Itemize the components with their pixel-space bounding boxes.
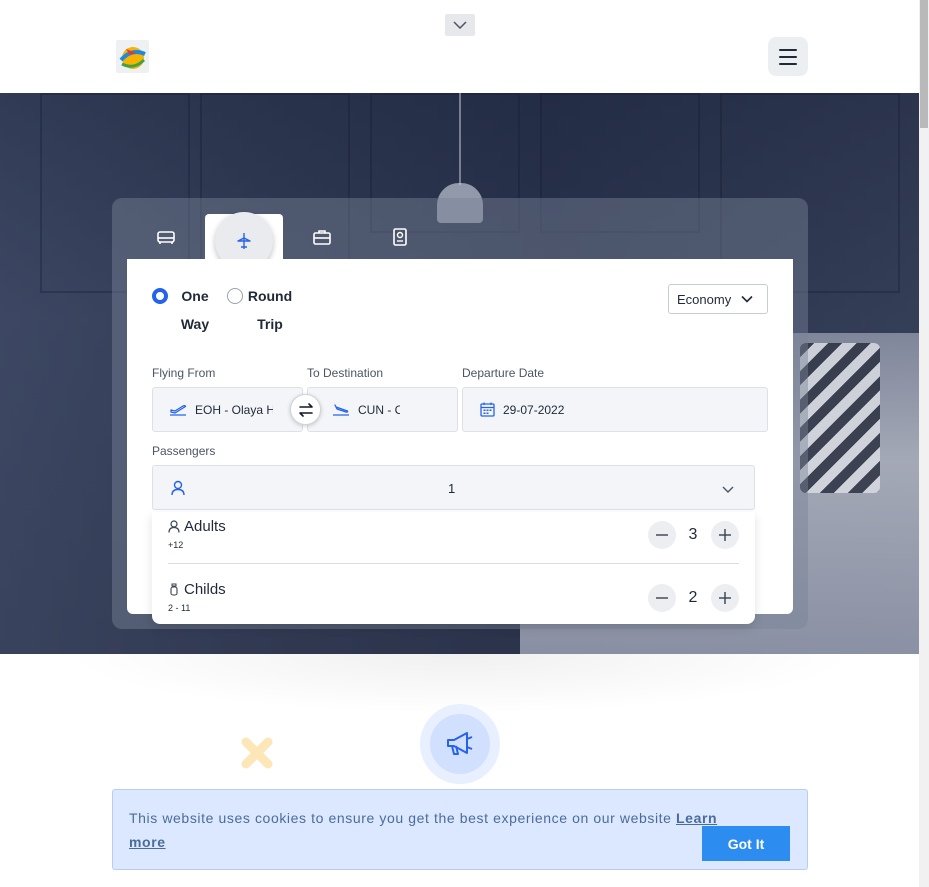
adult-icon	[168, 520, 180, 533]
flying-from-field[interactable]: EOH - Olaya H	[152, 387, 303, 432]
childs-age-range: 2 - 11	[168, 603, 191, 613]
plane-takeoff-icon	[170, 404, 187, 416]
radio-round-trip[interactable]: Round Trip	[227, 288, 293, 338]
cookie-banner: This website uses cookies to ensure you …	[112, 789, 808, 870]
childs-row-title: Childs	[168, 581, 226, 598]
childs-decrement-button[interactable]	[648, 584, 676, 612]
departure-date-field[interactable]: 29-07-2022	[462, 387, 768, 432]
cabin-class-value: Economy	[677, 291, 732, 307]
to-destination-label: To Destination	[307, 366, 384, 380]
travel-logo-icon	[119, 47, 146, 69]
minus-icon	[656, 534, 668, 536]
one-way-label-2: Way	[180, 316, 210, 332]
passengers-total: 1	[448, 481, 456, 496]
childs-label: Childs	[184, 581, 226, 598]
plus-icon	[719, 529, 731, 541]
adults-label: Adults	[184, 518, 226, 535]
one-way-label-1: One	[181, 288, 209, 304]
swap-arrows-icon	[298, 402, 313, 417]
pillow-image	[800, 343, 880, 493]
tab-tours[interactable]	[283, 214, 361, 260]
calendar-icon	[480, 402, 495, 417]
adults-age-range: +12	[168, 540, 184, 550]
bed-icon	[157, 231, 175, 244]
to-destination-field[interactable]: CUN - C	[307, 387, 458, 432]
briefcase-icon	[313, 230, 331, 245]
tab-flights[interactable]	[205, 212, 283, 270]
adults-count: 3	[688, 526, 698, 543]
got-it-button[interactable]: Got It	[702, 826, 790, 861]
tab-visa[interactable]	[361, 214, 439, 260]
decorative-cross-icon	[240, 736, 274, 770]
plane-landing-icon	[333, 403, 349, 416]
menu-button[interactable]	[768, 37, 808, 76]
swap-destinations-button[interactable]	[290, 394, 321, 425]
user-icon	[171, 480, 185, 496]
megaphone-icon	[447, 732, 473, 755]
chevron-down-icon	[453, 21, 467, 29]
tab-hotels[interactable]	[127, 214, 205, 260]
radio-unchecked-icon	[227, 288, 243, 304]
departure-date-value: 29-07-2022	[503, 402, 565, 417]
hamburger-menu-icon	[779, 48, 797, 51]
divider	[168, 563, 739, 564]
childs-increment-button[interactable]	[711, 584, 739, 612]
child-icon	[170, 583, 178, 596]
radio-one-way[interactable]: One Way	[152, 288, 218, 338]
top-bar	[0, 0, 919, 93]
cookie-message: This website uses cookies to ensure you …	[129, 810, 672, 826]
collapse-toggle[interactable]	[445, 14, 475, 36]
childs-count: 2	[688, 589, 698, 606]
plus-icon	[719, 592, 731, 604]
adults-decrement-button[interactable]	[648, 521, 676, 549]
round-trip-label-1: Round	[247, 288, 293, 304]
passport-icon	[393, 228, 407, 246]
cabin-class-select[interactable]: Economy	[668, 284, 768, 314]
adults-increment-button[interactable]	[711, 521, 739, 549]
departure-date-label: Departure Date	[462, 366, 545, 380]
radio-checked-icon	[152, 288, 168, 304]
page-scrollbar[interactable]	[919, 0, 929, 887]
to-destination-value: CUN - C	[358, 402, 400, 417]
chevron-down-icon	[741, 295, 753, 303]
adults-row-title: Adults	[168, 518, 226, 535]
passengers-label: Passengers	[152, 444, 216, 458]
announcement-badge	[420, 704, 500, 784]
flying-from-value: EOH - Olaya H	[195, 402, 273, 417]
flying-from-label: Flying From	[152, 366, 216, 380]
chevron-down-icon	[722, 486, 734, 493]
site-logo[interactable]	[116, 40, 149, 73]
plane-icon	[237, 233, 251, 249]
round-trip-label-2: Trip	[257, 316, 283, 332]
scrollbar-thumb[interactable]	[920, 0, 928, 128]
minus-icon	[656, 597, 668, 599]
